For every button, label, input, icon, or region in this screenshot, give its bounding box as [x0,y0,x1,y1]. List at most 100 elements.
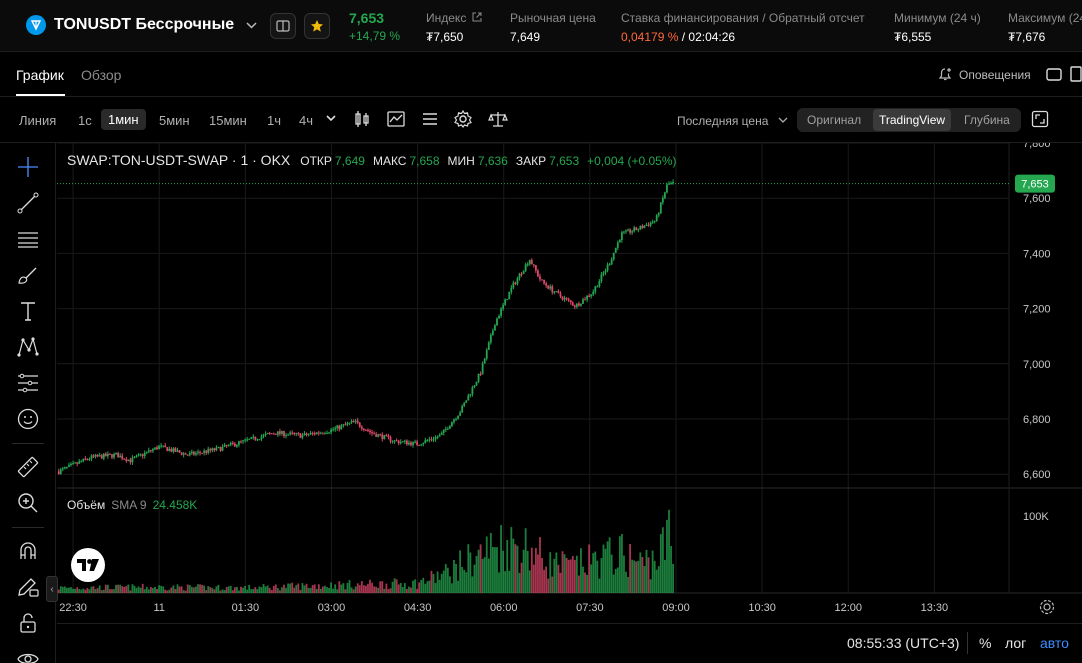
book-icon[interactable] [270,13,296,39]
pencil-lock-icon[interactable] [16,575,40,599]
chevron-down-icon[interactable] [325,112,337,124]
volume-bar [375,586,378,593]
tradingview-logo[interactable] [71,548,105,582]
price-chart[interactable]: 7,800 7,600 7,400 7,200 7,000 6,800 6,600 22:30… [57,138,1082,623]
axis-settings-icon[interactable] [1039,599,1055,615]
y-tick-label: 7,600 [1023,193,1051,205]
fib-tool-icon[interactable] [16,371,40,395]
x-tick-label: 09:00 [662,602,690,614]
chart-area[interactable]: 7,800 7,600 7,400 7,200 7,000 6,800 6,600 22:30… [57,138,1082,623]
favorite-star-icon[interactable] [304,13,330,39]
percent-scale-toggle[interactable]: % [979,635,991,651]
candle [436,436,439,438]
x-tick-label: 03:00 [318,602,346,614]
fullscreen-icon[interactable] [1031,110,1049,128]
volume-bar [281,587,283,593]
candle [606,264,609,271]
view-tradingview[interactable]: TradingView [873,109,952,131]
tab-overview[interactable]: Обзор [81,67,121,83]
pair-name[interactable]: TONUSDT Бессрочные [54,16,234,34]
candle [373,433,376,435]
indicators-icon[interactable] [386,109,406,129]
volume-bar [477,549,480,593]
candle [516,278,519,284]
volume-bar [436,571,439,593]
candle [254,436,257,440]
more-icon[interactable] [1070,66,1082,82]
price-source-select[interactable]: Последняя цена [677,114,768,128]
layout-window-icon[interactable] [1046,68,1062,81]
stat-low-24h: Минимум (24 ч) ₮6,555 [894,11,981,44]
volume-bar [481,558,484,593]
text-tool-icon[interactable] [16,299,40,323]
brush-icon[interactable] [16,263,40,287]
list-settings-icon[interactable] [420,109,440,129]
interval-1min[interactable]: 1мин [101,109,146,130]
candle [641,225,644,228]
clock[interactable]: 08:55:33 (UTC+3) [847,635,959,651]
zoom-in-icon[interactable] [16,491,40,515]
candle [590,294,593,297]
candle [324,433,326,435]
volume-bar [508,570,511,593]
candle [553,291,556,293]
log-scale-toggle[interactable]: лог [1005,635,1026,651]
interval-1h[interactable]: 1ч [267,113,281,128]
horizontal-lines-icon[interactable] [16,227,40,251]
alerts-button[interactable]: Оповещения [938,67,1031,82]
volume-bar [438,579,441,593]
price-summary: 7,653 +14,79 % [349,10,400,43]
external-link-icon[interactable] [472,12,482,22]
pattern-tool-icon[interactable] [16,335,40,359]
crosshair-icon[interactable] [16,155,40,179]
pair-selector[interactable]: TONUSDT Бессрочные [26,15,257,35]
candle [272,433,275,435]
volume-bar [397,584,400,593]
trend-line-icon[interactable] [16,191,40,215]
view-depth[interactable]: Глубина [964,113,1010,127]
view-original[interactable]: Оригинал [807,113,861,127]
candle [221,446,224,451]
volume-bar [342,583,345,593]
candle [326,432,328,434]
magnet-icon[interactable] [16,539,40,563]
volume-bar [621,534,623,593]
chevron-down-icon[interactable] [778,116,788,124]
gear-icon[interactable] [453,109,473,129]
chart-type-line[interactable]: Линия [19,113,56,128]
scale-balance-icon[interactable] [488,109,508,129]
volume-bar [590,564,593,593]
candle [178,450,181,453]
volume-bar [328,587,330,593]
volume-bar [543,569,545,593]
interval-1s[interactable]: 1с [78,113,92,128]
interval-4h[interactable]: 4ч [299,113,313,128]
chevron-down-icon[interactable] [246,18,257,32]
lock-icon[interactable] [16,611,40,635]
candle [365,429,367,431]
stat-value: ₮7,676 [1008,30,1046,44]
volume-bar [248,584,251,593]
candle [291,432,294,434]
volume-bar [559,572,562,593]
volume-bar [84,589,87,593]
volume-bar [635,561,638,593]
volume-bar [223,590,226,593]
eye-icon[interactable] [16,647,40,663]
volume-bar [186,584,189,593]
volume-bar [641,557,644,593]
candle [625,230,627,232]
emoji-icon[interactable] [16,407,40,431]
tab-chart[interactable]: График [16,67,64,83]
volume-bar [106,584,109,593]
volume-bar [442,570,445,593]
stat-high-24h: Максимум (24 ч) ₮7,676 [1008,11,1082,44]
interval-5min[interactable]: 5мин [159,113,190,128]
auto-scale-toggle[interactable]: авто [1040,635,1069,651]
candle [164,445,167,448]
interval-15min[interactable]: 15мин [209,113,247,128]
alerts-label[interactable]: Оповещения [959,68,1031,82]
candles-icon[interactable] [352,109,372,129]
candle [106,453,109,457]
ruler-icon[interactable] [16,455,40,479]
